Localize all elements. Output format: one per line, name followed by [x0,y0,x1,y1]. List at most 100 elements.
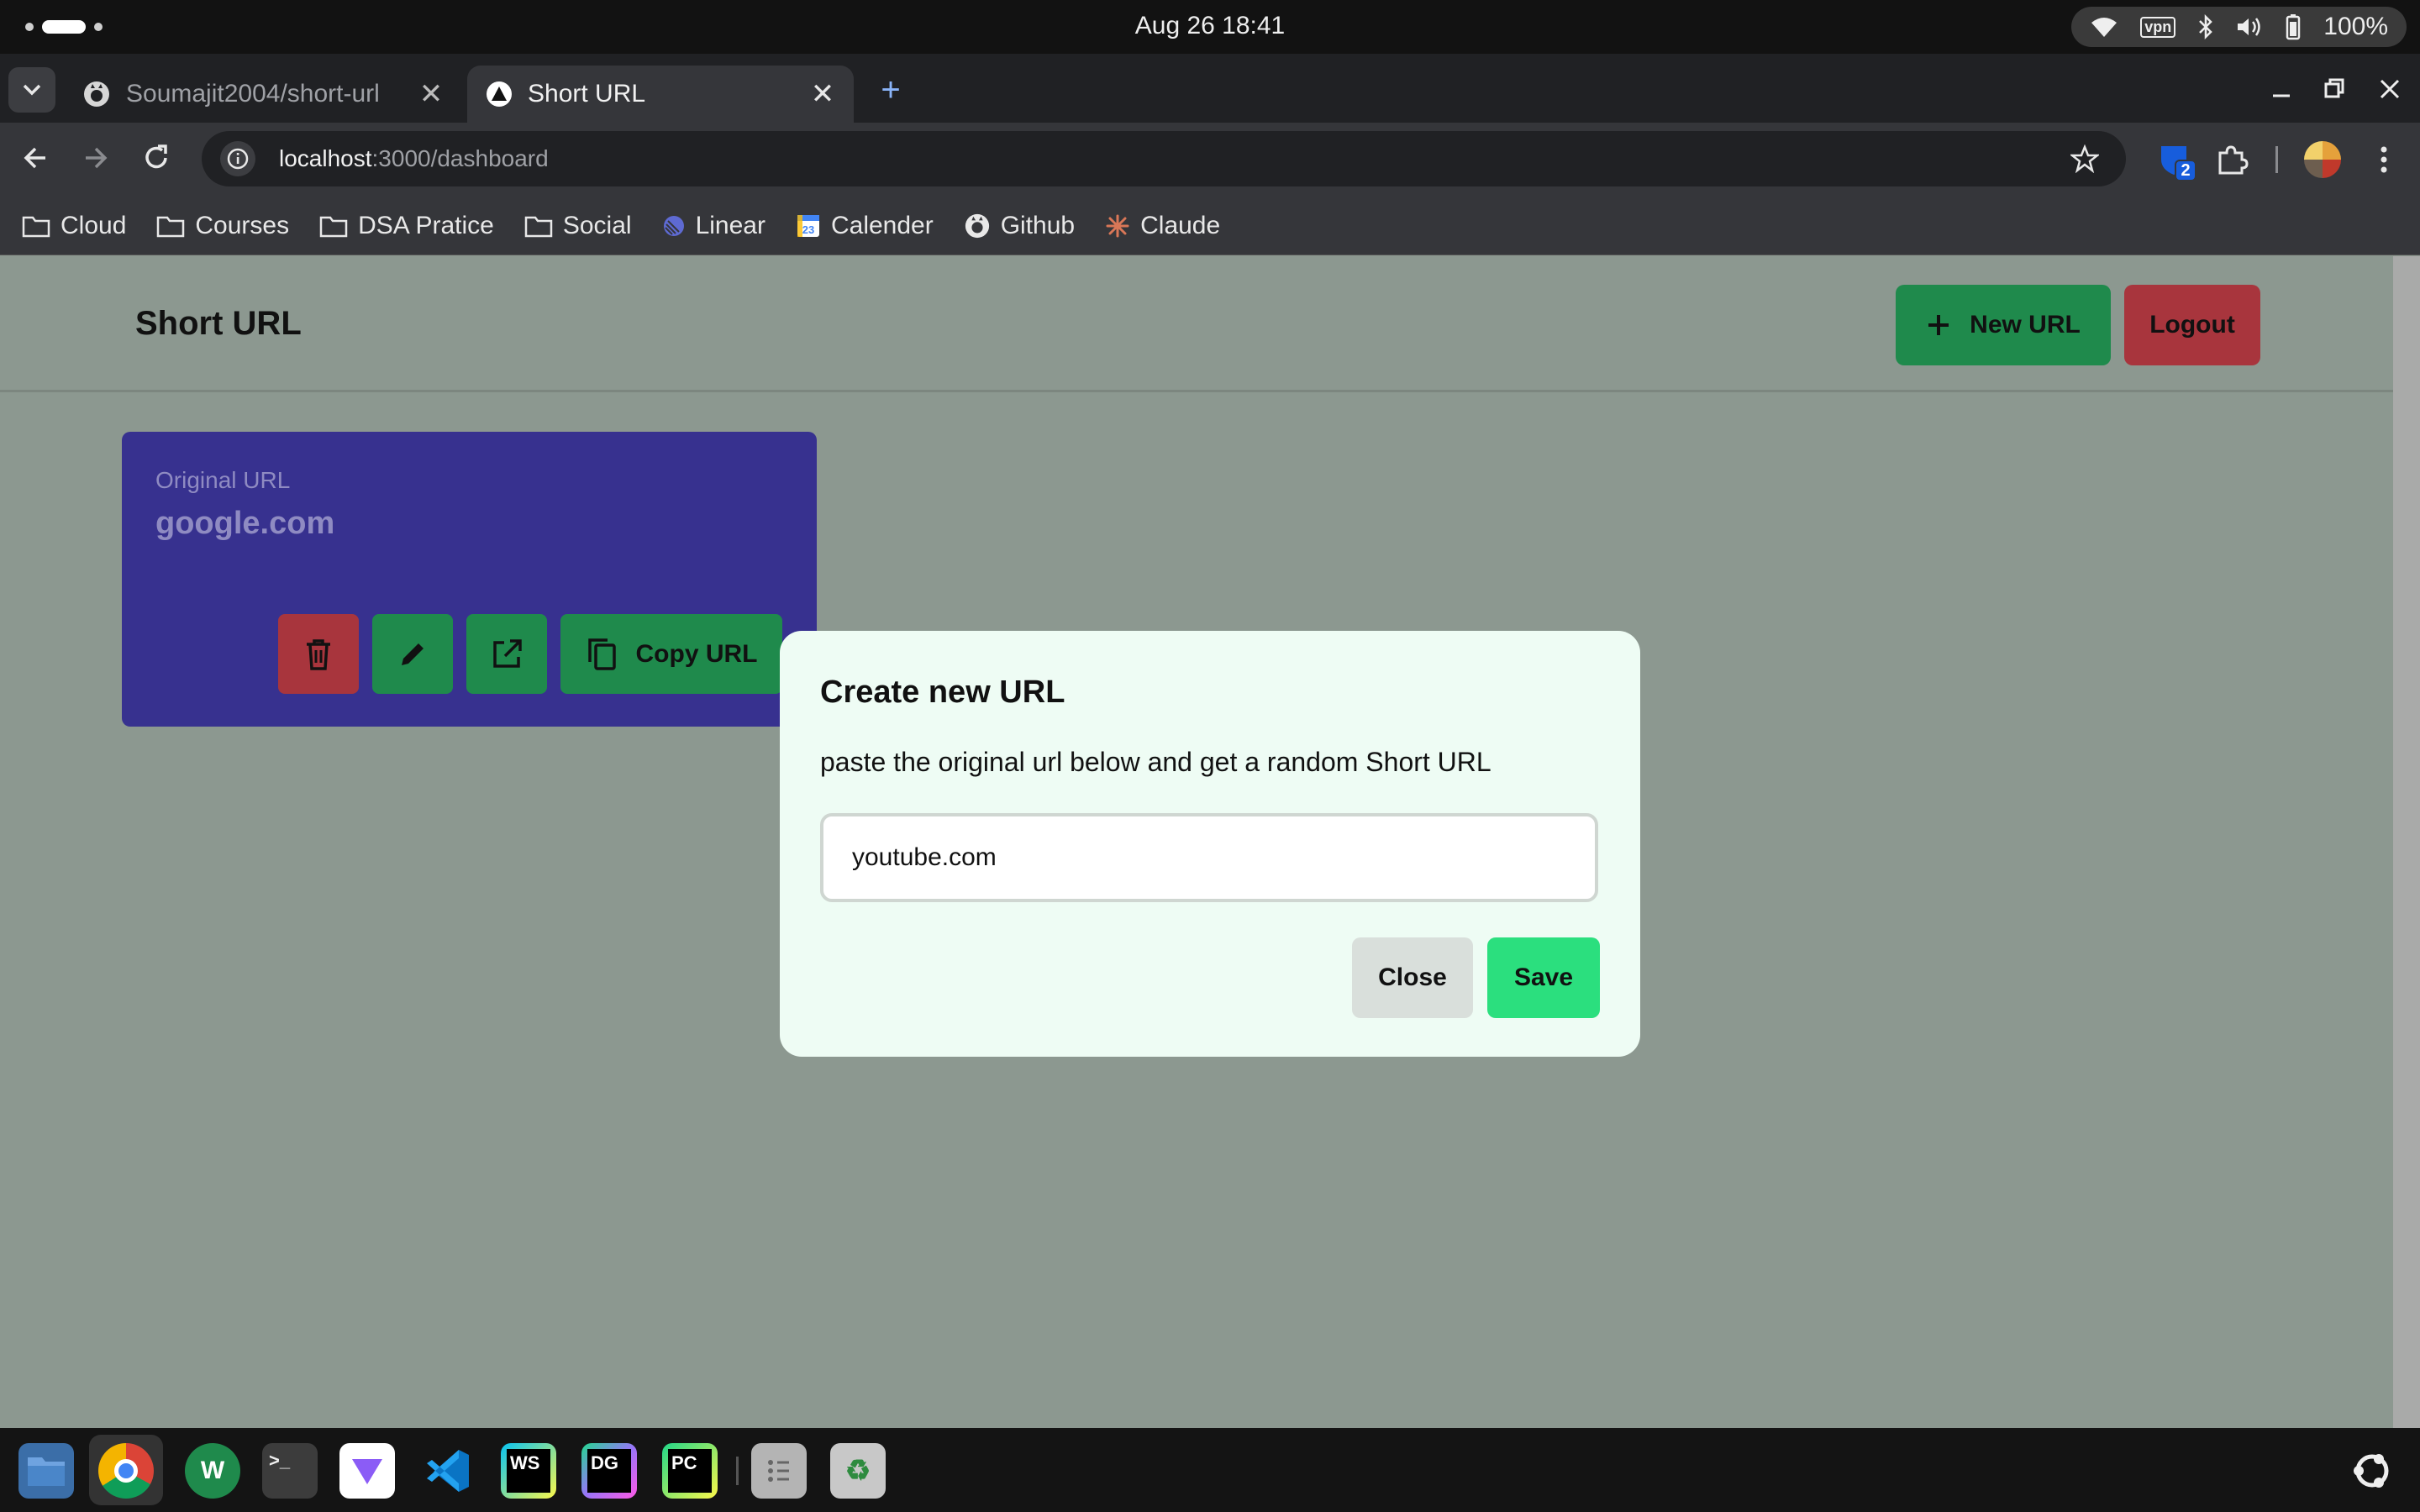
bookmark-github[interactable]: Github [964,212,1075,240]
whatsapp-icon[interactable]: W [185,1443,240,1499]
bookmark-label: DSA Pratice [358,211,494,239]
os-taskbar: W >_ WS DG PC ♻ [0,1428,2420,1512]
copy-url-button[interactable]: Copy URL [560,614,782,694]
svg-text:23: 23 [802,223,814,236]
system-tray[interactable]: vpn 100% [2071,7,2407,47]
apps-grid-icon[interactable] [751,1443,807,1499]
clock[interactable]: Aug 26 18:41 [0,12,2420,40]
profile-avatar[interactable] [2304,141,2341,178]
address-bar[interactable]: localhost:3000/dashboard [202,131,2126,186]
bookmark-claude[interactable]: Claude [1105,212,1220,240]
browser-tab-bar: Soumajit2004/short-url ✕ Short URL ✕ + [0,54,2420,123]
plus-icon [1928,315,1949,335]
back-button[interactable] [18,141,52,175]
bookmark-label: Social [562,211,632,239]
vscode-icon[interactable] [420,1443,476,1499]
tab-github[interactable]: Soumajit2004/short-url ✕ [64,66,462,123]
ubuntu-icon[interactable] [2344,1443,2400,1499]
github-icon [82,80,111,108]
bookmark-dsa-pratice[interactable]: DSA Pratice [319,212,494,240]
pycharm-icon[interactable]: PC [662,1443,718,1499]
edit-url-button[interactable] [372,614,453,694]
create-url-dialog: Create new URL paste the original url be… [780,631,1640,1057]
app-logo-icon [486,81,513,108]
arrow-right-icon [86,147,108,169]
trash-icon[interactable]: ♻ [830,1443,886,1499]
dialog-title: Create new URL [820,675,1065,710]
site-info-icon[interactable] [220,141,255,176]
tab-short-url[interactable]: Short URL ✕ [467,66,854,123]
close-tab-icon[interactable]: ✕ [810,77,835,111]
taskbar-divider [736,1457,739,1485]
arrow-left-icon [24,147,45,169]
minimize-button[interactable] [2269,71,2294,108]
bookmarks-bar: Cloud Courses DSA Pratice Social Linear … [0,197,2420,255]
url-card: Original URL google.com Copy URL [122,432,817,727]
original-url-value: google.com [155,506,335,541]
wifi-icon [2090,15,2118,39]
logout-button[interactable]: Logout [2124,285,2260,365]
browser-toolbar: localhost:3000/dashboard 2 [0,123,2420,197]
page-scrollbar[interactable] [2393,256,2420,1428]
close-icon [2380,79,2400,99]
terminal-icon[interactable]: >_ [262,1443,318,1499]
datagrip-icon[interactable]: DG [581,1443,637,1499]
original-url-input[interactable] [820,813,1598,902]
original-url-label: Original URL [155,467,291,493]
restore-button[interactable] [2321,71,2348,108]
new-tab-button[interactable]: + [872,67,909,113]
reload-button[interactable] [139,141,173,175]
folder-icon [22,216,50,237]
webstorm-icon[interactable]: WS [501,1443,556,1499]
files-icon[interactable] [18,1443,74,1499]
url-host: localhost [279,145,372,171]
trash-icon [307,638,330,670]
browser-menu-button[interactable] [2370,143,2398,176]
close-tab-icon[interactable]: ✕ [418,77,444,111]
close-button[interactable]: Close [1352,937,1473,1018]
url-path: :3000/dashboard [371,145,549,171]
new-url-button[interactable]: New URL [1896,285,2111,365]
folder-icon [524,216,553,237]
bluetooth-icon [2197,13,2214,40]
external-link-icon [493,638,522,668]
pencil-icon [402,643,424,665]
extensions-button[interactable] [2215,143,2249,176]
app-header: Short URL New URL Logout [0,256,2393,392]
bitwarden-extension[interactable]: 2 [2158,143,2196,181]
folder-icon [157,216,185,237]
bookmark-cloud[interactable]: Cloud [22,212,126,240]
bookmark-star-icon[interactable] [2070,144,2099,173]
kebab-menu-icon [2381,146,2387,173]
open-url-button[interactable] [466,614,547,694]
battery-percent: 100% [2323,13,2388,40]
proton-vpn-icon[interactable] [339,1443,395,1499]
claude-icon [1106,214,1129,237]
calendar-icon: 23 [797,214,819,237]
chevron-down-icon [23,84,41,96]
bookmark-linear[interactable]: Linear [662,212,765,240]
dialog-description: paste the original url below and get a r… [820,747,1491,777]
save-button[interactable]: Save [1487,937,1600,1018]
delete-url-button[interactable] [278,614,359,694]
page-content: Short URL New URL Logout Original URL go… [0,256,2393,1428]
github-icon [965,213,989,238]
reload-icon [145,144,167,169]
vpn-icon: vpn [2140,16,2176,38]
bookmark-label: Linear [695,211,765,239]
bookmark-social[interactable]: Social [524,212,632,240]
forward-button[interactable] [79,141,113,175]
bookmark-label: Calender [830,211,934,239]
plus-icon: + [881,71,901,108]
close-window-button[interactable] [2376,71,2403,108]
new-url-label: New URL [1970,311,2081,339]
battery-icon [2285,13,2302,40]
bookmark-courses[interactable]: Courses [156,212,289,240]
restore-icon [2324,78,2344,98]
bookmark-calender[interactable]: 23 Calender [796,212,934,240]
tab-search-button[interactable] [8,67,55,113]
chrome-icon[interactable] [98,1443,154,1499]
bookmark-label: Github [1000,211,1076,239]
bookmark-label: Courses [195,211,290,239]
toolbar-divider [2275,146,2278,173]
